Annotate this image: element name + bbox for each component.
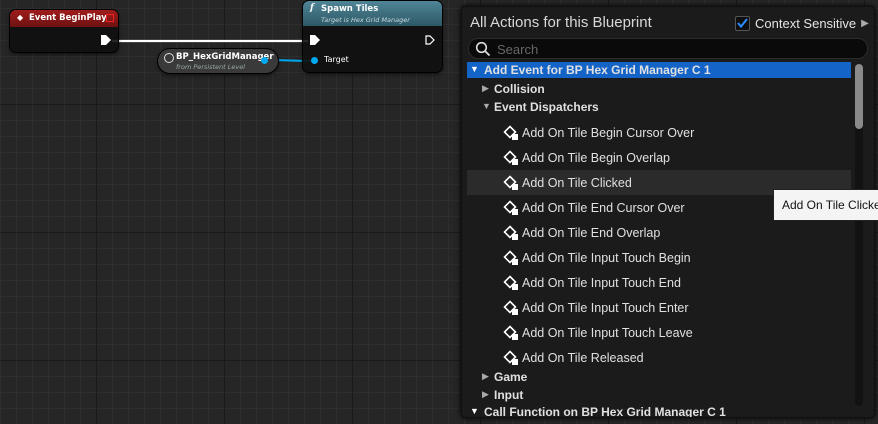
expanded-arrow-icon[interactable]: ▼: [470, 406, 479, 416]
tree-item-label: Add On Tile Clicked: [522, 176, 632, 190]
event-node-title: Event BeginPlay: [29, 13, 107, 23]
expanded-arrow-icon[interactable]: ▼: [482, 101, 491, 111]
exec-out-pin[interactable]: [101, 35, 111, 45]
event-beginplay-node[interactable]: ◆ Event BeginPlay: [10, 10, 118, 52]
tree-item-label: Add On Tile Input Touch Enter: [522, 301, 689, 315]
tree-item-label: Collision: [494, 82, 545, 96]
panel-title: All Actions for this Blueprint: [470, 14, 652, 31]
tree-item-label: Add On Tile Begin Cursor Over: [522, 126, 695, 140]
expand-arrow-icon[interactable]: ▶: [861, 18, 869, 29]
exec-in-pin[interactable]: [310, 35, 320, 45]
tree-item-label: Add On Tile Begin Overlap: [522, 151, 670, 165]
collapsed-arrow-icon[interactable]: ▶: [482, 389, 489, 400]
collapsed-arrow-icon[interactable]: ▶: [482, 371, 489, 382]
tree-item-label: Add On Tile Input Touch End: [522, 276, 681, 290]
search-input[interactable]: [495, 40, 859, 58]
add-event-icon: [503, 300, 519, 319]
category-item[interactable]: ▼ Event Dispatchers: [467, 98, 851, 116]
tree-item-label: Input: [494, 388, 524, 402]
function-node-subtitle: Target is Hex Grid Manager: [321, 16, 410, 24]
spawn-tiles-node[interactable]: f Spawn Tiles Target is Hex Grid Manager…: [303, 1, 442, 72]
collapsed-arrow-icon[interactable]: ▶: [482, 83, 489, 94]
reference-node-subtitle: from Persistent Level: [176, 63, 246, 71]
hexgridmanager-reference-node[interactable]: BP_HexGridManager from Persistent Level: [158, 49, 278, 73]
action-tree: ▼ Add Event for BP Hex Grid Manager C 1 ▶ C…: [467, 62, 851, 417]
action-item[interactable]: Add On Tile Input Touch End: [467, 270, 851, 295]
add-event-icon: [503, 150, 519, 169]
context-sensitive-toggle[interactable]: Context Sensitive ▶: [735, 16, 869, 31]
scrollbar-thumb[interactable]: [855, 64, 863, 129]
context-sensitive-label: Context Sensitive: [755, 16, 857, 31]
action-item[interactable]: Add On Tile Input Touch Begin: [467, 245, 851, 270]
function-node-header: f Spawn Tiles Target is Hex Grid Manager: [303, 1, 442, 26]
context-sensitive-checkbox[interactable]: [735, 16, 750, 31]
tree-item-label: Add On Tile Input Touch Leave: [522, 326, 693, 340]
action-item[interactable]: Add On Tile End Overlap: [467, 220, 851, 245]
category-item[interactable]: ▶ Game: [467, 368, 851, 386]
event-icon: ◆: [17, 13, 24, 22]
reference-icon: [164, 53, 174, 63]
function-node-title: Spawn Tiles: [321, 4, 379, 14]
add-event-icon: [503, 350, 519, 369]
exec-then-pin[interactable]: [425, 35, 435, 45]
action-tooltip: Add On Tile Clicked: [773, 189, 878, 221]
add-event-icon: [503, 200, 519, 219]
target-pin[interactable]: [311, 57, 318, 64]
function-icon: f: [310, 3, 314, 13]
action-item[interactable]: Add On Tile Input Touch Leave: [467, 320, 851, 345]
add-event-icon: [503, 325, 519, 344]
add-event-icon: [503, 125, 519, 144]
tree-item-label: Add Event for BP Hex Grid Manager C 1: [484, 63, 711, 77]
search-icon: [475, 41, 491, 57]
tree-item-label: Add On Tile Released: [522, 351, 644, 365]
delegate-pin-icon[interactable]: [106, 14, 114, 22]
add-event-icon: [503, 225, 519, 244]
tree-root-item[interactable]: ▼ Call Function on BP Hex Grid Manager C …: [467, 404, 851, 417]
tree-item-label: Event Dispatchers: [494, 100, 599, 114]
reference-node-title: BP_HexGridManager: [176, 52, 274, 62]
tree-root-item[interactable]: ▼ Add Event for BP Hex Grid Manager C 1: [467, 62, 851, 78]
add-event-icon: [503, 250, 519, 269]
action-item[interactable]: Add On Tile Released: [467, 345, 851, 370]
action-item[interactable]: Add On Tile Begin Overlap: [467, 145, 851, 170]
tree-item-label: Call Function on BP Hex Grid Manager C 1: [484, 405, 726, 417]
tree-item-label: Add On Tile End Overlap: [522, 226, 661, 240]
reference-output-pin[interactable]: [261, 57, 268, 64]
tree-item-label: Game: [494, 370, 528, 384]
expanded-arrow-icon[interactable]: ▼: [470, 64, 479, 74]
category-item[interactable]: ▶ Input: [467, 386, 851, 404]
search-box[interactable]: [468, 38, 868, 59]
action-item[interactable]: Add On Tile Input Touch Enter: [467, 295, 851, 320]
tree-item-label: Add On Tile End Cursor Over: [522, 201, 685, 215]
add-event-icon: [503, 175, 519, 194]
event-node-header: ◆ Event BeginPlay: [10, 10, 118, 27]
target-pin-label: Target: [324, 55, 349, 64]
add-event-icon: [503, 275, 519, 294]
category-item[interactable]: ▶ Collision: [467, 80, 851, 98]
action-item[interactable]: Add On Tile Begin Cursor Over: [467, 120, 851, 145]
tooltip-text: Add On Tile Clicked: [782, 198, 878, 212]
checkmark-icon: [737, 18, 748, 29]
tree-item-label: Add On Tile Input Touch Begin: [522, 251, 691, 265]
